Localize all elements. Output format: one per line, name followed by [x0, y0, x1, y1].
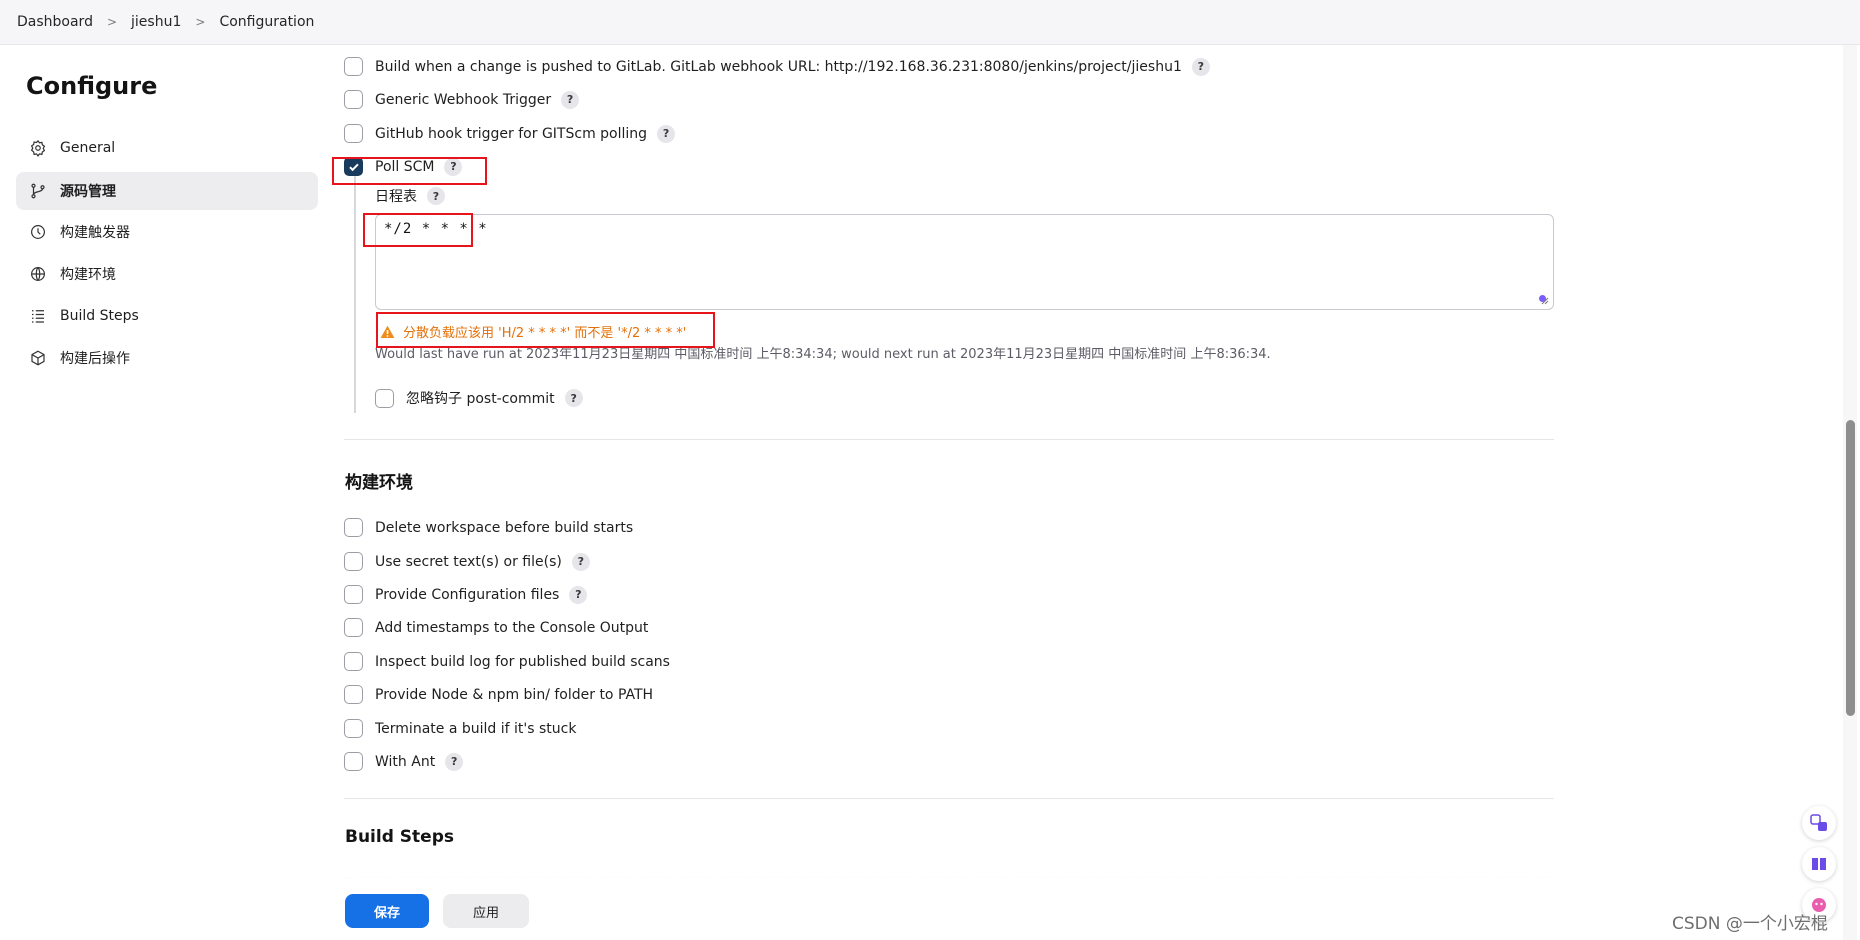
checkbox-label: Delete workspace before build starts [375, 519, 634, 536]
sidebar-item-label: 构建环境 [60, 267, 116, 283]
section-divider [344, 439, 1554, 440]
sidebar-item-label: General [60, 140, 116, 156]
checkbox-label: Build when a change is pushed to GitLab.… [375, 58, 1182, 75]
checkbox-label: 忽略钩子 post-commit [406, 391, 555, 407]
env-secret-text: Use secret text(s) or file(s) ? [344, 552, 590, 571]
checkmark-icon [348, 163, 359, 171]
checkbox-label: GitHub hook trigger for GITScm polling [375, 125, 648, 142]
sidebar-item-label: 构建后操作 [60, 351, 130, 367]
list-icon [28, 306, 48, 326]
breadcrumb-job[interactable]: jieshu1 [131, 14, 181, 30]
help-icon[interactable]: ? [444, 157, 463, 176]
trigger-github-hook: GitHub hook trigger for GITScm polling ? [344, 124, 676, 143]
scrollbar-thumb[interactable] [1846, 420, 1855, 716]
breadcrumb: Dashboard > jieshu1 > Configuration [17, 14, 314, 30]
checkbox-label: With Ant [375, 753, 436, 770]
breadcrumb-configuration[interactable]: Configuration [219, 14, 314, 30]
reader-button[interactable] [1802, 847, 1836, 881]
page-title: Configure [26, 72, 158, 100]
env-config-files: Provide Configuration files ? [344, 585, 588, 604]
env-inspect-build-log: Inspect build log for published build sc… [344, 652, 670, 671]
checkbox-label: Poll SCM [375, 158, 435, 175]
timestamps-checkbox[interactable] [344, 618, 363, 637]
help-icon[interactable]: ? [571, 552, 590, 571]
help-icon[interactable]: ? [561, 90, 580, 109]
schedule-status: Would last have run at 2023年11月23日星期四 中国… [375, 347, 1271, 362]
checkbox-label: Use secret text(s) or file(s) [375, 553, 562, 570]
checkbox-label: Terminate a build if it's stuck [375, 720, 577, 737]
section-divider [344, 798, 1554, 799]
secret-text-checkbox[interactable] [344, 552, 363, 571]
help-icon[interactable]: ? [1191, 57, 1210, 76]
checkbox-label: Generic Webhook Trigger [375, 91, 552, 108]
section-title-build-steps: Build Steps [345, 827, 454, 847]
delete-workspace-checkbox[interactable] [344, 518, 363, 537]
sidebar-item-build-steps[interactable]: Build Steps [16, 297, 318, 335]
save-button[interactable]: 保存 [345, 894, 429, 928]
trigger-poll-scm: Poll SCM ? [344, 157, 463, 176]
checkbox-label: Add timestamps to the Console Output [375, 619, 649, 636]
terminate-stuck-checkbox[interactable] [344, 719, 363, 738]
env-delete-workspace: Delete workspace before build starts [344, 518, 633, 537]
sidebar-item-build-environment[interactable]: 构建环境 [16, 255, 318, 293]
node-npm-checkbox[interactable] [344, 685, 363, 704]
sidebar-item-general[interactable]: General [16, 129, 318, 167]
ignore-post-commit: 忽略钩子 post-commit ? [375, 388, 583, 408]
generic-webhook-checkbox[interactable] [344, 90, 363, 109]
trigger-generic-webhook: Generic Webhook Trigger ? [344, 90, 580, 109]
package-icon [28, 348, 48, 368]
poll-scm-checkbox[interactable] [344, 157, 363, 176]
ignore-post-commit-checkbox[interactable] [375, 388, 394, 408]
sidebar-item-post-build[interactable]: 构建后操作 [16, 339, 318, 377]
apply-button[interactable]: 应用 [443, 894, 529, 928]
nested-section-line [354, 176, 356, 413]
clock-icon [28, 222, 48, 242]
env-timestamps: Add timestamps to the Console Output [344, 618, 648, 637]
with-ant-checkbox[interactable] [344, 752, 363, 771]
warning-text: 分散负载应该用 'H/2 * * * *' 而不是 '*/2 * * * *' [403, 326, 687, 341]
schedule-textarea[interactable]: */2 * * * * [375, 214, 1554, 310]
schedule-value: */2 * * * * [384, 221, 488, 237]
sidebar-item-label: 构建触发器 [60, 225, 130, 241]
branch-icon [28, 181, 48, 201]
top-bar: Dashboard > jieshu1 > Configuration [0, 0, 1860, 45]
breadcrumb-separator-icon: > [106, 15, 118, 29]
checkbox-label: Inspect build log for published build sc… [375, 653, 670, 670]
watermark: CSDN @一个小宏棍 [1672, 914, 1828, 934]
github-hook-checkbox[interactable] [344, 124, 363, 143]
checkbox-label: Provide Configuration files [375, 586, 560, 603]
help-icon[interactable]: ? [445, 752, 464, 771]
book-icon [1812, 858, 1826, 870]
env-with-ant: With Ant ? [344, 752, 464, 771]
breadcrumb-separator-icon: > [195, 15, 206, 29]
trigger-gitlab: Build when a change is pushed to GitLab.… [344, 57, 1210, 76]
schedule-warning: 分散负载应该用 'H/2 * * * *' 而不是 '*/2 * * * *' [380, 322, 686, 341]
env-node-npm: Provide Node & npm bin/ folder to PATH [344, 685, 653, 704]
checkbox-label: Provide Node & npm bin/ folder to PATH [375, 686, 654, 703]
warning-icon [380, 325, 395, 338]
help-icon[interactable]: ? [657, 124, 676, 143]
breadcrumb-dashboard[interactable]: Dashboard [17, 14, 93, 30]
globe-icon [28, 264, 48, 284]
sidebar-item-source-management[interactable]: 源码管理 [16, 172, 318, 210]
translate-icon [1810, 814, 1827, 831]
help-icon[interactable]: ? [427, 187, 445, 205]
sidebar-item-label: Build Steps [60, 308, 139, 324]
schedule-label-text: 日程表 [375, 189, 417, 205]
translate-button[interactable] [1802, 806, 1836, 840]
section-title-build-environment: 构建环境 [345, 473, 413, 493]
config-files-checkbox[interactable] [344, 585, 363, 604]
env-terminate-stuck: Terminate a build if it's stuck [344, 719, 576, 738]
inspect-build-log-checkbox[interactable] [344, 652, 363, 671]
sidebar-item-build-triggers[interactable]: 构建触发器 [16, 213, 318, 251]
help-icon[interactable]: ? [564, 389, 583, 407]
gear-icon [28, 138, 48, 158]
schedule-label: 日程表 ? [375, 186, 445, 206]
gitlab-trigger-checkbox[interactable] [344, 57, 363, 76]
resize-handle-icon[interactable] [1539, 295, 1549, 305]
help-icon[interactable]: ? [569, 585, 588, 604]
bottom-action-bar [0, 874, 1840, 940]
sidebar-item-label: 源码管理 [60, 184, 116, 200]
